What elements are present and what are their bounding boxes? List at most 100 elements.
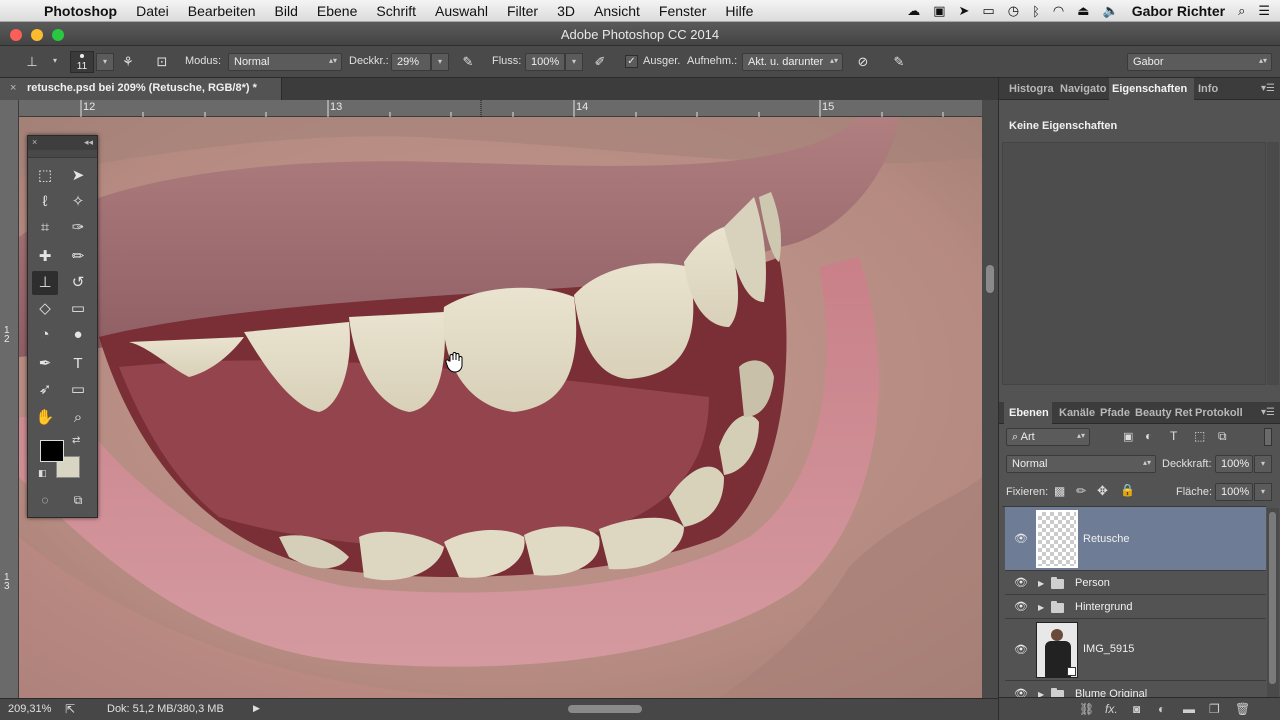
- new-adjustment-layer-icon[interactable]: ◐: [1158, 702, 1165, 716]
- app-menu[interactable]: Photoshop: [44, 3, 117, 19]
- status-menu-arrow-icon[interactable]: ▶: [253, 703, 260, 714]
- preset-dropdown-icon[interactable]: ▾: [46, 53, 64, 71]
- spotlight-icon[interactable]: ⌕: [1238, 3, 1245, 19]
- menu-3d[interactable]: 3D: [557, 3, 575, 19]
- volume-icon[interactable]: 🔈: [1103, 3, 1119, 19]
- quick-mask-icon[interactable]: ◌: [32, 488, 58, 512]
- share-icon[interactable]: ⇱: [65, 702, 75, 716]
- layer-name[interactable]: Hintergrund: [1075, 601, 1132, 613]
- opacity-dropdown-icon[interactable]: ▾: [431, 53, 449, 71]
- screen-mode-icon[interactable]: ⧉: [65, 488, 91, 512]
- menu-fenster[interactable]: Fenster: [659, 3, 706, 19]
- filter-shape-icon[interactable]: ⬚: [1194, 429, 1205, 443]
- panel-grip[interactable]: [28, 150, 97, 158]
- properties-scrollbar[interactable]: [1267, 142, 1279, 385]
- layer-filter-select[interactable]: ⌕ Art ▴▾: [1006, 428, 1090, 446]
- tab-histogram[interactable]: Histogra: [1009, 83, 1054, 95]
- foreground-color-swatch[interactable]: [40, 440, 64, 462]
- eject-icon[interactable]: ⏏: [1077, 3, 1089, 19]
- visibility-eye-icon[interactable]: 👁: [1014, 643, 1028, 656]
- flow-input[interactable]: 100%: [525, 53, 565, 71]
- layers-scrollbar[interactable]: [1267, 508, 1279, 697]
- default-colors-icon[interactable]: ◧: [38, 468, 47, 479]
- tab-history[interactable]: Protokoll: [1195, 407, 1243, 419]
- filter-smart-object-icon[interactable]: ⧉: [1218, 429, 1227, 444]
- pressure-size-icon[interactable]: ✎: [889, 53, 909, 71]
- layers-scroll-thumb[interactable]: [1269, 512, 1276, 684]
- blur-tool-icon[interactable]: ◔: [32, 323, 58, 347]
- link-layers-icon[interactable]: ⛓: [1079, 702, 1094, 716]
- dodge-tool-icon[interactable]: ●: [65, 323, 91, 347]
- horizontal-scroll-thumb[interactable]: [568, 705, 642, 713]
- user-name[interactable]: Gabor Richter: [1132, 3, 1225, 19]
- move-tool-icon[interactable]: ➤: [65, 164, 91, 188]
- quick-selection-tool-icon[interactable]: ✧: [65, 190, 91, 214]
- tab-layers[interactable]: Ebenen: [1009, 407, 1049, 419]
- close-tab-icon[interactable]: ×: [10, 82, 16, 94]
- tab-channels[interactable]: Kanäle: [1059, 407, 1095, 419]
- menu-ebene[interactable]: Ebene: [317, 3, 357, 19]
- notification-center-icon[interactable]: ☰: [1258, 3, 1270, 19]
- new-group-icon[interactable]: ▬: [1183, 702, 1195, 716]
- layer-fill-dropdown-icon[interactable]: ▾: [1254, 483, 1272, 501]
- filter-toggle[interactable]: [1264, 428, 1272, 446]
- menu-datei[interactable]: Datei: [136, 3, 169, 19]
- workspace-select[interactable]: Gabor ▴▾: [1127, 53, 1272, 71]
- layer-style-fx-icon[interactable]: fx.: [1105, 702, 1118, 716]
- document-tab[interactable]: × retusche.psd bei 209% (Retusche, RGB/8…: [0, 78, 282, 100]
- menu-filter[interactable]: Filter: [507, 3, 538, 19]
- type-tool-icon[interactable]: T: [65, 352, 91, 376]
- lock-all-icon[interactable]: 🔒: [1120, 483, 1135, 497]
- pen-tool-icon[interactable]: ✒: [32, 352, 58, 376]
- hand-tool-icon[interactable]: ✋: [32, 406, 58, 430]
- vertical-scroll-thumb[interactable]: [986, 265, 994, 293]
- pressure-opacity-icon[interactable]: ✎: [458, 53, 478, 71]
- tab-beauty-retouch[interactable]: Beauty Ret: [1135, 407, 1192, 419]
- airbrush-icon[interactable]: ✐: [590, 53, 610, 71]
- zoom-level[interactable]: 209,31%: [8, 703, 51, 715]
- layer-row-retusche[interactable]: 👁 Retusche: [1005, 507, 1266, 571]
- menu-bild[interactable]: Bild: [275, 3, 298, 19]
- visibility-eye-icon[interactable]: 👁: [1014, 600, 1028, 613]
- add-mask-icon[interactable]: ◙: [1133, 702, 1140, 716]
- visibility-eye-icon[interactable]: 👁: [1014, 576, 1028, 589]
- lock-pixels-icon[interactable]: ✏: [1076, 484, 1086, 498]
- mode-select[interactable]: Normal ▴▾: [228, 53, 342, 71]
- gradient-tool-icon[interactable]: ▭: [65, 297, 91, 321]
- brush-preview[interactable]: 11: [70, 51, 94, 73]
- menu-hilfe[interactable]: Hilfe: [725, 3, 753, 19]
- toggle-brush-panel-icon[interactable]: ⚘: [118, 53, 138, 71]
- visibility-eye-icon[interactable]: 👁: [1014, 687, 1028, 697]
- tools-panel-header[interactable]: × ◂◂: [28, 136, 97, 150]
- filter-adjustment-icon[interactable]: ◐: [1145, 429, 1152, 443]
- lasso-tool-icon[interactable]: ℓ: [32, 190, 58, 214]
- collapse-panel-icon[interactable]: ◂◂: [84, 137, 93, 148]
- brush-dropdown-icon[interactable]: ▾: [96, 53, 114, 71]
- menu-bearbeiten[interactable]: Bearbeiten: [188, 3, 256, 19]
- close-panel-icon[interactable]: ×: [32, 137, 37, 147]
- vertical-scrollbar[interactable]: [982, 100, 998, 698]
- flow-dropdown-icon[interactable]: ▾: [565, 53, 583, 71]
- rectangle-tool-icon[interactable]: ▭: [65, 378, 91, 402]
- zoom-tool-icon[interactable]: ⌕: [65, 406, 91, 430]
- lock-transparency-icon[interactable]: ▩: [1054, 484, 1065, 498]
- menu-schrift[interactable]: Schrift: [376, 3, 416, 19]
- visibility-eye-icon[interactable]: 👁: [1014, 532, 1028, 545]
- healing-brush-tool-icon[interactable]: ✚: [32, 245, 58, 269]
- horizontal-ruler[interactable]: 12 13 14 15: [19, 100, 982, 117]
- crop-tool-icon[interactable]: ⌗: [32, 216, 58, 240]
- filter-type-icon[interactable]: T: [1170, 429, 1177, 443]
- document-canvas[interactable]: [19, 117, 982, 698]
- bluetooth-icon[interactable]: ᛒ: [1032, 4, 1040, 19]
- layer-name[interactable]: IMG_5915: [1083, 643, 1134, 655]
- layer-row-img5915[interactable]: 👁 IMG_5915: [1005, 619, 1266, 681]
- wifi-icon[interactable]: ◠: [1053, 3, 1064, 19]
- menu-auswahl[interactable]: Auswahl: [435, 3, 488, 19]
- new-layer-icon[interactable]: ❐: [1209, 702, 1220, 716]
- menu-ansicht[interactable]: Ansicht: [594, 3, 640, 19]
- panel-menu-icon[interactable]: ▾☰: [1261, 83, 1275, 94]
- time-machine-icon[interactable]: ◷: [1008, 3, 1019, 19]
- tab-properties[interactable]: Eigenschaften: [1112, 83, 1187, 95]
- layer-row-blume-original[interactable]: 👁 ▶ Blume Original: [1005, 682, 1266, 697]
- tab-navigator[interactable]: Navigato: [1060, 83, 1106, 95]
